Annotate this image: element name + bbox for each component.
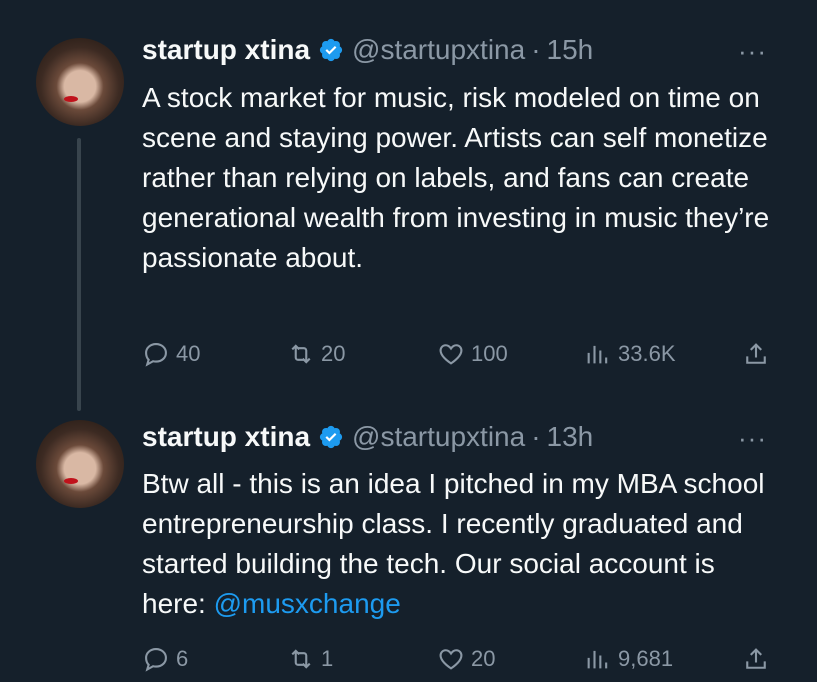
heart-icon: [439, 649, 463, 670]
reply-button[interactable]: 40: [142, 340, 200, 368]
avatar[interactable]: [36, 38, 124, 126]
view-count: 33.6K: [618, 341, 676, 366]
share-button[interactable]: [742, 645, 776, 673]
reply-count: 6: [176, 646, 189, 671]
like-count: 100: [471, 341, 508, 366]
author-handle[interactable]: @startupxtina: [352, 421, 525, 453]
verified-badge-icon: [318, 424, 344, 450]
heart-icon: [439, 344, 463, 365]
more-options-icon[interactable]: ···: [738, 423, 767, 454]
author-name[interactable]: startup xtina: [142, 421, 310, 453]
share-button[interactable]: [742, 340, 776, 368]
action-bar: 6 1 20 9,681: [142, 645, 782, 675]
author-handle[interactable]: @startupxtina: [352, 34, 525, 66]
views-icon: [587, 650, 608, 669]
tweet-header: startup xtina @startupxtina · 13h: [142, 421, 593, 453]
retweet-icon: [291, 344, 311, 364]
like-button[interactable]: 100: [437, 340, 508, 368]
retweet-button[interactable]: 20: [287, 340, 345, 368]
avatar[interactable]: [36, 420, 124, 508]
reply-icon: [145, 648, 167, 672]
separator-dot: ·: [531, 34, 541, 65]
separator-dot: ·: [531, 421, 541, 452]
retweet-button[interactable]: 1: [287, 645, 333, 673]
action-bar: 40 20 100 33.6K: [142, 340, 782, 370]
retweet-icon: [291, 649, 311, 669]
like-count: 20: [471, 646, 496, 671]
tweet-header: startup xtina @startupxtina · 15h: [142, 34, 593, 66]
tweet-text: A stock market for music, risk modeled o…: [142, 82, 770, 273]
author-name[interactable]: startup xtina: [142, 34, 310, 66]
retweet-count: 20: [321, 341, 346, 366]
view-count: 9,681: [618, 646, 674, 671]
more-options-icon[interactable]: ···: [738, 36, 767, 67]
reply-count: 40: [176, 341, 201, 366]
share-icon: [746, 648, 766, 669]
reply-icon: [145, 343, 167, 367]
views-button[interactable]: 33.6K: [584, 340, 676, 368]
timestamp[interactable]: 15h: [547, 34, 594, 66]
mention-link[interactable]: @musxchange: [214, 588, 401, 619]
tweet-text: Btw all - this is an idea I pitched in m…: [142, 464, 782, 624]
thread-line: [77, 138, 81, 411]
share-icon: [746, 343, 766, 364]
verified-badge-icon: [318, 37, 344, 63]
reply-button[interactable]: 6: [142, 645, 188, 673]
retweet-count: 1: [321, 646, 334, 671]
timestamp[interactable]: 13h: [547, 421, 594, 453]
views-icon: [587, 345, 608, 364]
like-button[interactable]: 20: [437, 645, 495, 673]
views-button[interactable]: 9,681: [584, 645, 673, 673]
